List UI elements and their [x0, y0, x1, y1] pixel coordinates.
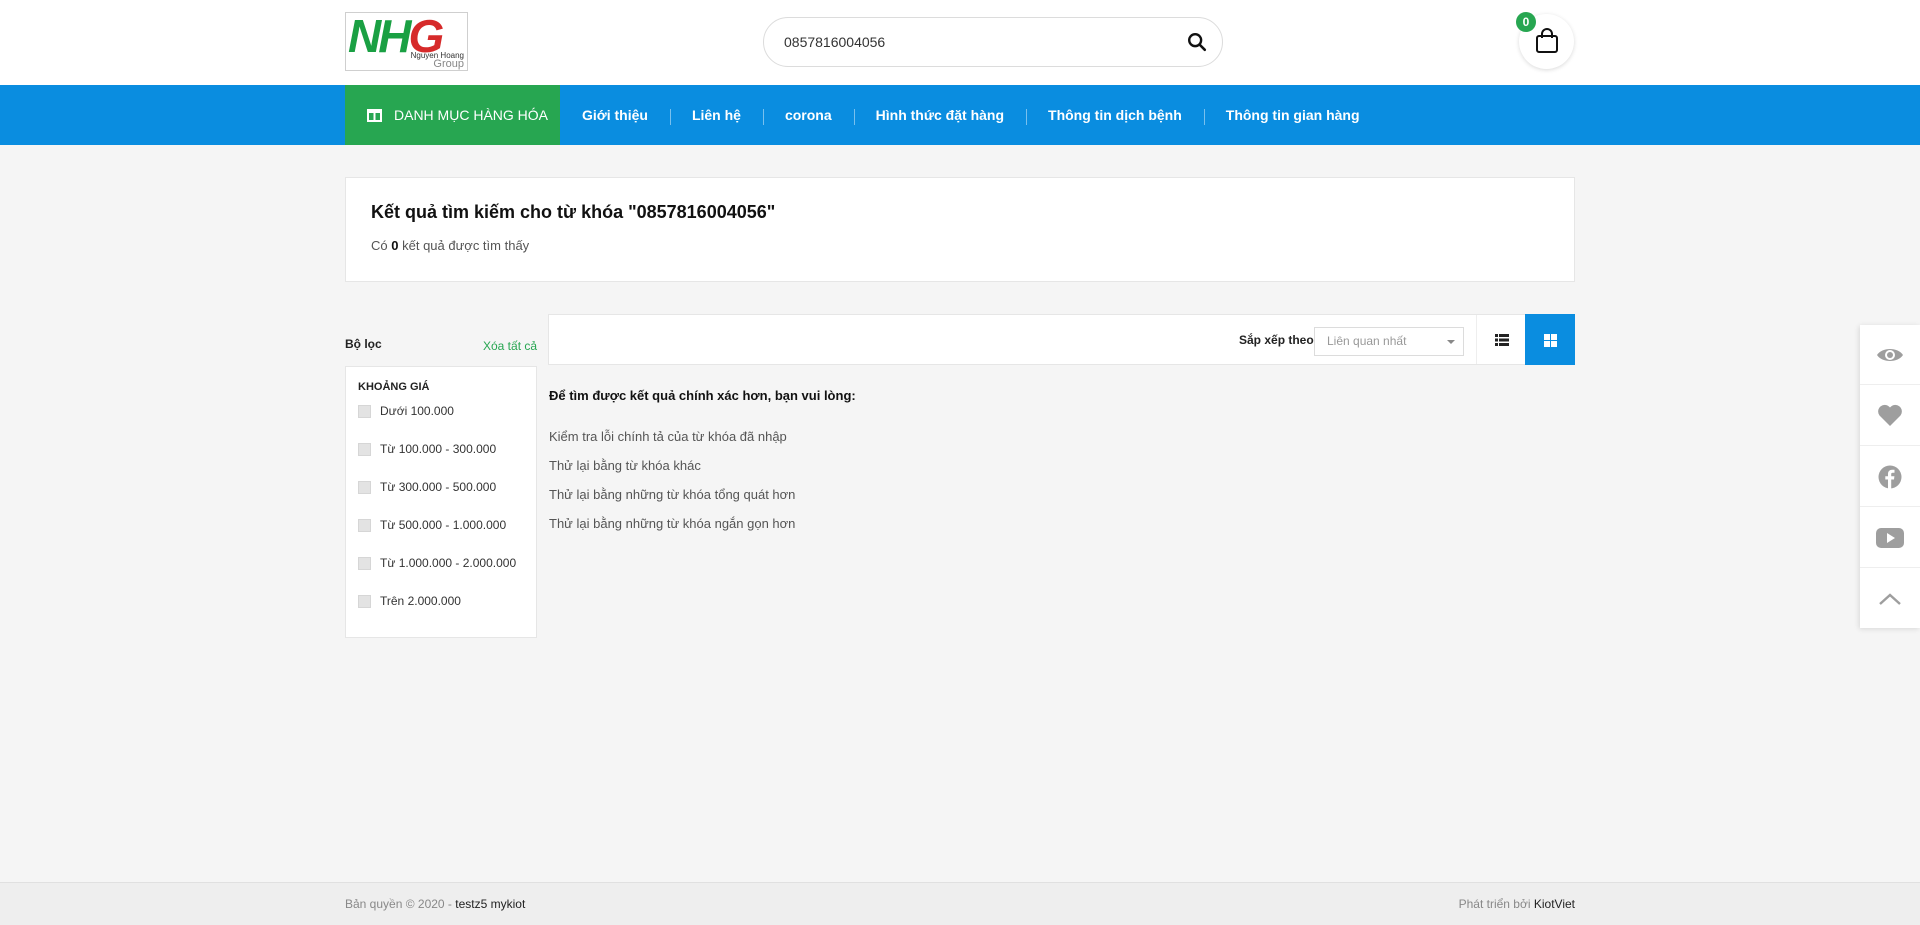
sort-select[interactable]: Liên quan nhất: [1314, 327, 1464, 356]
site-footer: Bản quyền © 2020 - testz5 mykiot Phát tr…: [0, 882, 1920, 925]
suggestion-item: Thử lại bằng những từ khóa tổng quát hơn: [549, 487, 796, 502]
price-option[interactable]: Trên 2.000.000: [358, 593, 461, 609]
category-menu-button[interactable]: DANH MỤC HÀNG HÓA: [345, 85, 560, 145]
page-title: Kết quả tìm kiếm cho từ khóa "0857816004…: [371, 202, 776, 222]
wishlist-button[interactable]: [1860, 386, 1920, 446]
result-count: Có 0 kết quả được tìm thấy: [371, 238, 530, 253]
search-icon[interactable]: [1186, 31, 1208, 53]
nav-item-thong-tin-dich-benh[interactable]: Thông tin dịch bệnh: [1026, 107, 1204, 125]
checkbox[interactable]: [358, 518, 371, 532]
developer-credit: Phát triển bởi KiotViet: [1458, 897, 1575, 911]
shopping-bag-icon: [1536, 28, 1558, 53]
sort-label: Sắp xếp theo: [1239, 333, 1314, 347]
recently-viewed-button[interactable]: [1860, 325, 1920, 385]
checkbox[interactable]: [358, 404, 371, 418]
price-option[interactable]: Từ 1.000.000 - 2.000.000: [358, 555, 516, 571]
suggestion-item: Thử lại bằng những từ khóa ngắn gọn hơn: [549, 516, 796, 531]
site-name-link[interactable]: testz5 mykiot: [455, 897, 525, 911]
logo-group: Group: [433, 58, 464, 70]
list-icon: [1495, 334, 1509, 346]
nav-item-thong-tin-gian-hang[interactable]: Thông tin gian hàng: [1203, 107, 1382, 125]
price-filter-panel: KHOẢNG GIÁ Dưới 100.000 Từ 100.000 - 300…: [345, 366, 537, 638]
back-to-top-button[interactable]: [1860, 569, 1920, 629]
cart-count-badge: 0: [1516, 12, 1536, 32]
search-result-header: Kết quả tìm kiếm cho từ khóa "0857816004…: [345, 177, 1575, 282]
site-header: NHG Nguyen Hoang Group 0: [0, 0, 1920, 85]
price-option[interactable]: Dưới 100.000: [358, 403, 454, 419]
search-input[interactable]: [784, 18, 1174, 66]
product-toolbar: Sắp xếp theo Liên quan nhất: [548, 314, 1575, 365]
price-range-heading: KHOẢNG GIÁ: [358, 381, 430, 393]
cart-button[interactable]: 0: [1516, 12, 1574, 69]
nav-item-corona[interactable]: corona: [762, 107, 854, 125]
price-option[interactable]: Từ 300.000 - 500.000: [358, 479, 496, 495]
list-view-button[interactable]: [1476, 315, 1526, 364]
nav-item-lien-he[interactable]: Liên hệ: [669, 107, 763, 125]
heart-icon: [1878, 404, 1902, 426]
caret-down-icon: [1447, 340, 1455, 344]
suggestion-title: Để tìm được kết quả chính xác hơn, bạn v…: [549, 388, 856, 403]
price-option[interactable]: Từ 100.000 - 300.000: [358, 441, 496, 457]
category-grid-icon: [367, 108, 382, 122]
facebook-icon: [1878, 465, 1902, 488]
checkbox[interactable]: [358, 556, 371, 570]
nav-items: Giới thiệu Liên hệ corona Hình thức đặt …: [560, 85, 1382, 145]
suggestion-item: Thử lại bằng từ khóa khác: [549, 458, 701, 473]
grid-view-button[interactable]: [1525, 314, 1575, 365]
checkbox[interactable]: [358, 442, 371, 456]
chevron-up-icon: [1879, 593, 1901, 605]
price-option[interactable]: Từ 500.000 - 1.000.000: [358, 517, 506, 533]
category-menu-label: DANH MỤC HÀNG HÓA: [394, 107, 549, 123]
suggestion-item: Kiểm tra lỗi chính tả của từ khóa đã nhậ…: [549, 429, 787, 444]
nav-item-gioi-thieu[interactable]: Giới thiệu: [560, 107, 670, 123]
clear-all-filters-link[interactable]: Xóa tất cả: [483, 339, 537, 353]
nav-item-hinh-thuc-dat-hang[interactable]: Hình thức đặt hàng: [853, 107, 1026, 125]
facebook-button[interactable]: [1860, 447, 1920, 507]
grid-icon: [1544, 334, 1557, 347]
copyright: Bản quyền © 2020 - testz5 mykiot: [345, 897, 526, 911]
search-box: [763, 17, 1223, 67]
floating-sidebar: [1860, 325, 1920, 628]
filter-title: Bộ lọc: [345, 337, 382, 351]
checkbox[interactable]: [358, 594, 371, 608]
checkbox[interactable]: [358, 480, 371, 494]
kiotviet-link[interactable]: KiotViet: [1534, 897, 1575, 911]
main-nav: DANH MỤC HÀNG HÓA Giới thiệu Liên hệ cor…: [0, 85, 1920, 145]
eye-icon: [1877, 348, 1903, 361]
site-logo[interactable]: NHG Nguyen Hoang Group: [345, 12, 468, 71]
youtube-icon: [1876, 527, 1904, 548]
youtube-button[interactable]: [1860, 508, 1920, 568]
